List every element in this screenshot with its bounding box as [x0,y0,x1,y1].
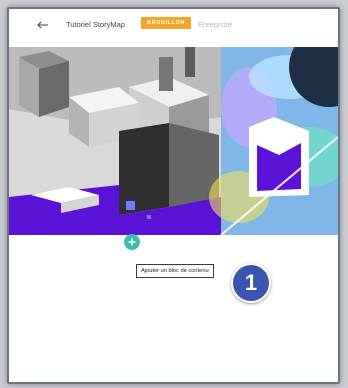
back-button[interactable] [34,18,52,32]
draft-status-badge: BROUILLON [141,17,192,29]
add-content-block-button[interactable] [124,234,140,250]
arrow-left-icon [37,21,48,29]
cover-image[interactable] [9,47,338,235]
plus-icon [128,238,136,246]
save-state-label: Enregistré [198,20,233,29]
storymap-builder-window: Tutoriel StoryMap BROUILLON Enregistré A… [7,7,340,384]
story-title[interactable]: Tutoriel StoryMap [66,20,125,29]
step-number-badge: 1 [231,263,271,303]
header-bar: Tutoriel StoryMap BROUILLON Enregistré [9,9,338,48]
add-block-tooltip: Ajouter un bloc de contenu [136,264,214,278]
